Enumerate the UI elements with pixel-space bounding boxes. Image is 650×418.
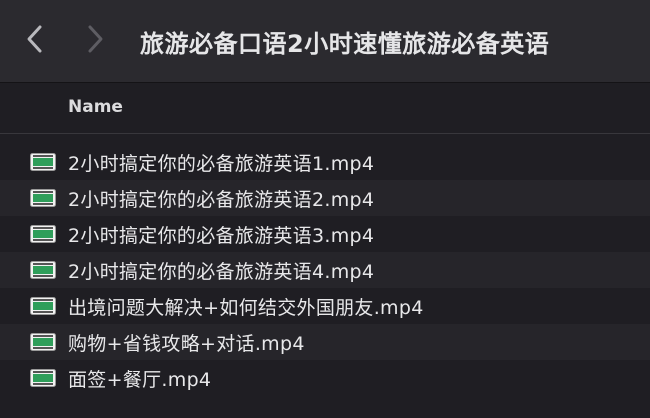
file-name: 2小时搞定你的必备旅游英语2.mp4 <box>68 188 375 211</box>
video-file-icon <box>30 153 56 171</box>
file-name: 出境问题大解决+如何结交外国朋友.mp4 <box>68 296 424 319</box>
video-file-icon <box>30 333 56 351</box>
column-header-name[interactable]: Name <box>68 97 123 117</box>
video-file-icon <box>30 189 56 207</box>
file-row[interactable]: 2小时搞定你的必备旅游英语1.mp4 <box>0 144 650 180</box>
finder-window: 旅游必备口语2小时速懂旅游必备英语 Name 2小时搞定你的必备旅游英语1.mp… <box>0 0 650 418</box>
video-file-icon <box>30 369 56 387</box>
file-list: 2小时搞定你的必备旅游英语1.mp4 2小时搞定你的必备旅游英语2.mp4 2小… <box>0 144 650 396</box>
file-name: 2小时搞定你的必备旅游英语4.mp4 <box>68 260 375 283</box>
video-file-icon <box>30 261 56 279</box>
file-name: 2小时搞定你的必备旅游英语1.mp4 <box>68 152 375 175</box>
file-row[interactable]: 面签+餐厅.mp4 <box>0 360 650 396</box>
file-row[interactable]: 2小时搞定你的必备旅游英语4.mp4 <box>0 252 650 288</box>
file-name: 2小时搞定你的必备旅游英语3.mp4 <box>68 224 375 247</box>
file-row[interactable]: 2小时搞定你的必备旅游英语2.mp4 <box>0 180 650 216</box>
file-row[interactable]: 购物+省钱攻略+对话.mp4 <box>0 324 650 360</box>
chevron-left-icon <box>27 25 42 53</box>
file-name: 面签+餐厅.mp4 <box>68 368 212 391</box>
file-name: 购物+省钱攻略+对话.mp4 <box>68 332 305 355</box>
back-button[interactable] <box>18 22 52 56</box>
column-header: Name <box>0 83 650 134</box>
video-file-icon <box>30 297 56 315</box>
forward-button[interactable] <box>78 22 112 56</box>
file-row[interactable]: 2小时搞定你的必备旅游英语3.mp4 <box>0 216 650 252</box>
window-title: 旅游必备口语2小时速懂旅游必备英语 <box>140 30 550 58</box>
video-file-icon <box>30 225 56 243</box>
chevron-right-icon <box>88 25 103 53</box>
file-row[interactable]: 出境问题大解决+如何结交外国朋友.mp4 <box>0 288 650 324</box>
toolbar: 旅游必备口语2小时速懂旅游必备英语 <box>0 0 650 83</box>
